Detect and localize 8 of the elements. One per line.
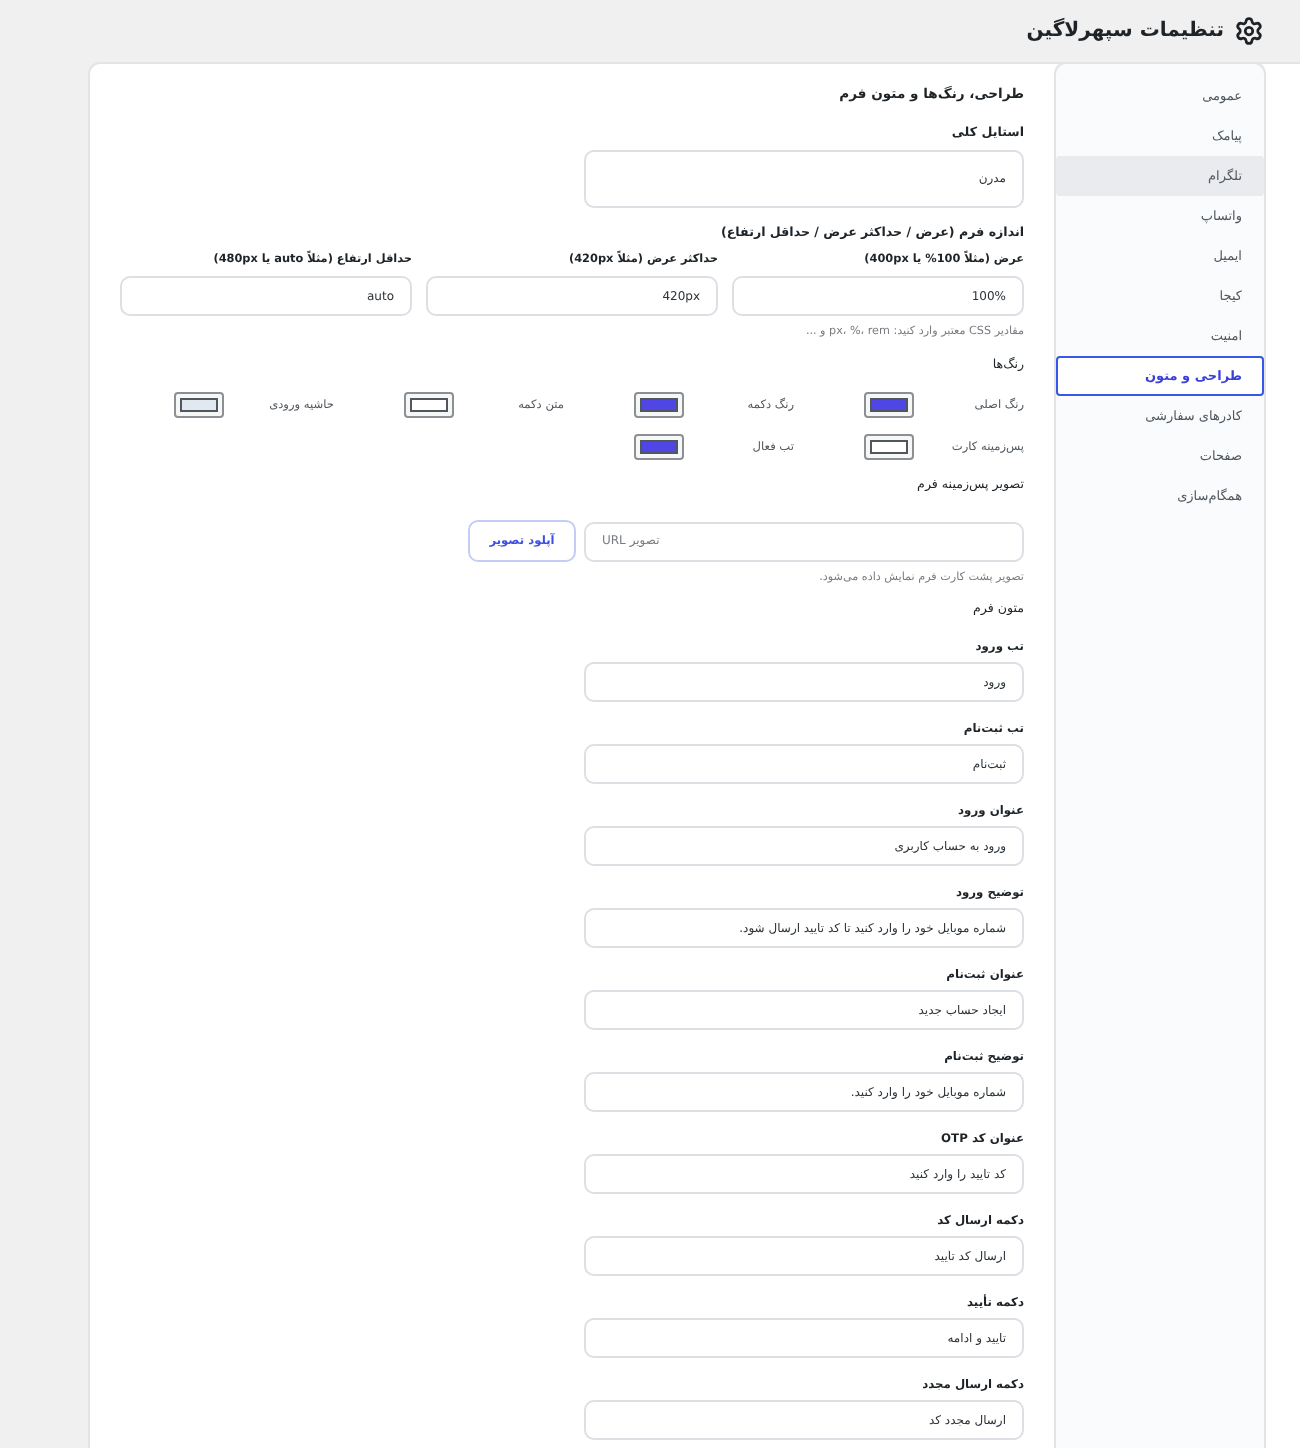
color-picker[interactable] bbox=[634, 434, 684, 460]
color-picker[interactable] bbox=[864, 392, 914, 418]
color-picker[interactable] bbox=[864, 434, 914, 460]
color-picker[interactable] bbox=[174, 392, 224, 418]
page-title: تنظیمات سپهرلاگین bbox=[1026, 20, 1224, 42]
color-picker[interactable] bbox=[634, 392, 684, 418]
settings-icon bbox=[1234, 16, 1264, 46]
color-picker[interactable] bbox=[404, 392, 454, 418]
